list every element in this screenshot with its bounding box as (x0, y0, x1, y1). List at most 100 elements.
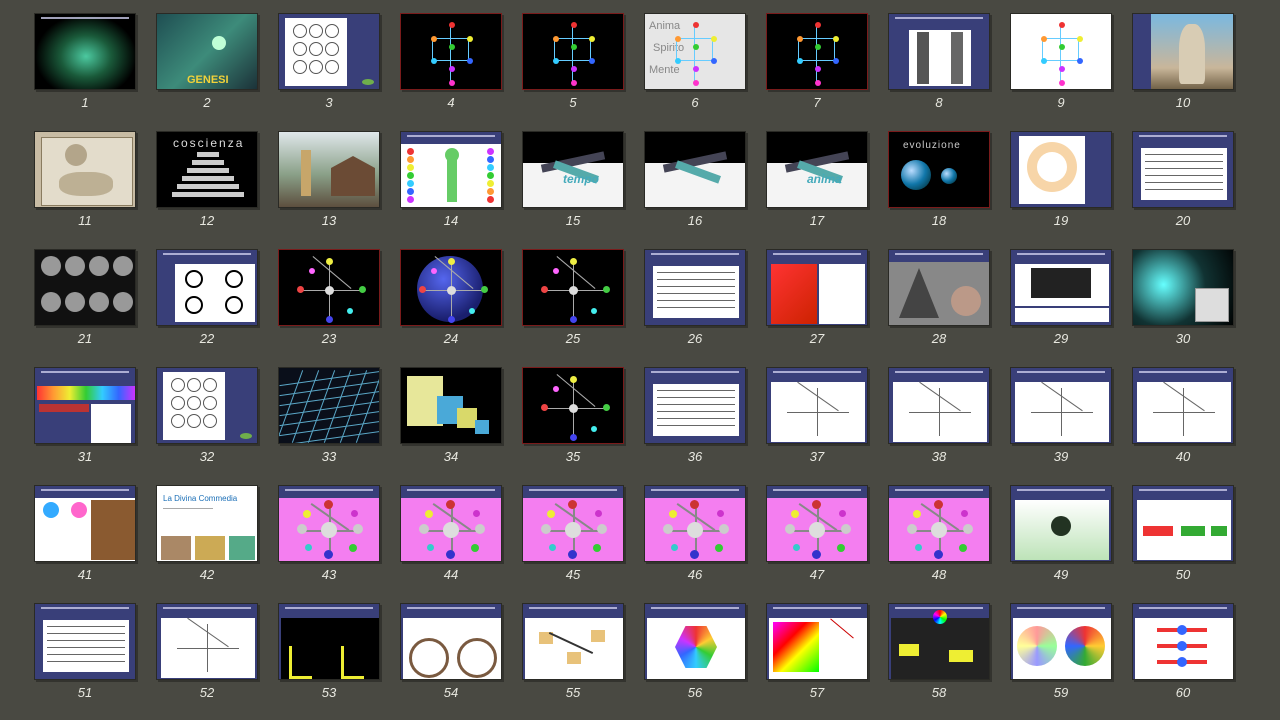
slide-thumbnail-43[interactable]: 43 (278, 485, 380, 582)
slide-preview[interactable]: La Divina Commedia (156, 485, 258, 562)
slide-preview[interactable] (644, 131, 746, 208)
slide-thumbnail-23[interactable]: 23 (278, 249, 380, 346)
slide-preview[interactable] (1132, 249, 1234, 326)
slide-thumbnail-5[interactable]: 5 (522, 13, 624, 110)
slide-preview[interactable] (1010, 13, 1112, 90)
slide-thumbnail-11[interactable]: 11 (34, 131, 136, 228)
slide-thumbnail-42[interactable]: La Divina Commedia 42 (156, 485, 258, 582)
slide-preview[interactable] (156, 603, 258, 680)
slide-preview[interactable]: GENESI (156, 13, 258, 90)
slide-preview[interactable] (1132, 485, 1234, 562)
slide-thumbnail-6[interactable]: Anima Spirito Mente 6 (644, 13, 746, 110)
slide-thumbnail-15[interactable]: tempo 15 (522, 131, 624, 228)
slide-thumbnail-32[interactable]: 32 (156, 367, 258, 464)
slide-thumbnail-54[interactable]: 54 (400, 603, 502, 700)
slide-preview[interactable] (278, 13, 380, 90)
slide-preview[interactable] (522, 249, 624, 326)
slide-preview[interactable] (888, 249, 990, 326)
slide-thumbnail-46[interactable]: 46 (644, 485, 746, 582)
slide-thumbnail-50[interactable]: 50 (1132, 485, 1234, 582)
slide-preview[interactable] (888, 13, 990, 90)
slide-thumbnail-35[interactable]: 35 (522, 367, 624, 464)
slide-thumbnail-16[interactable]: 16 (644, 131, 746, 228)
slide-thumbnail-8[interactable]: 8 (888, 13, 990, 110)
slide-thumbnail-14[interactable]: 14 (400, 131, 502, 228)
slide-thumbnail-22[interactable]: 22 (156, 249, 258, 346)
slide-thumbnail-24[interactable]: 24 (400, 249, 502, 346)
slide-thumbnail-1[interactable]: 1 (34, 13, 136, 110)
slide-thumbnail-44[interactable]: 44 (400, 485, 502, 582)
slide-preview[interactable] (34, 485, 136, 562)
slide-preview[interactable] (1010, 485, 1112, 562)
slide-thumbnail-59[interactable]: 59 (1010, 603, 1112, 700)
slide-preview[interactable] (1132, 131, 1234, 208)
slide-thumbnail-51[interactable]: 51 (34, 603, 136, 700)
slide-thumbnail-13[interactable]: 13 (278, 131, 380, 228)
slide-preview[interactable] (156, 367, 258, 444)
slide-preview[interactable] (278, 367, 380, 444)
slide-preview[interactable] (766, 367, 868, 444)
slide-preview[interactable] (400, 603, 502, 680)
slide-preview[interactable] (644, 603, 746, 680)
slide-preview[interactable] (34, 603, 136, 680)
slide-thumbnail-30[interactable]: 30 (1132, 249, 1234, 346)
slide-preview[interactable] (34, 13, 136, 90)
slide-preview[interactable] (522, 13, 624, 90)
slide-preview[interactable] (278, 603, 380, 680)
slide-thumbnail-3[interactable]: 3 (278, 13, 380, 110)
slide-thumbnail-17[interactable]: anima 17 (766, 131, 868, 228)
slide-thumbnail-7[interactable]: 7 (766, 13, 868, 110)
slide-preview[interactable] (400, 13, 502, 90)
slide-preview[interactable] (1010, 603, 1112, 680)
slide-preview[interactable] (522, 367, 624, 444)
slide-preview[interactable] (34, 367, 136, 444)
slide-thumbnail-12[interactable]: coscienza 12 (156, 131, 258, 228)
slide-preview[interactable]: tempo (522, 131, 624, 208)
slide-thumbnail-38[interactable]: 38 (888, 367, 990, 464)
slide-thumbnail-33[interactable]: 33 (278, 367, 380, 464)
slide-thumbnail-2[interactable]: GENESI 2 (156, 13, 258, 110)
slide-preview[interactable] (888, 603, 990, 680)
slide-preview[interactable] (400, 367, 502, 444)
slide-preview[interactable] (766, 249, 868, 326)
slide-thumbnail-18[interactable]: evoluzione 18 (888, 131, 990, 228)
slide-preview[interactable]: coscienza (156, 131, 258, 208)
slide-preview[interactable] (888, 367, 990, 444)
slide-thumbnail-39[interactable]: 39 (1010, 367, 1112, 464)
slide-preview[interactable] (766, 13, 868, 90)
slide-thumbnail-20[interactable]: 20 (1132, 131, 1234, 228)
slide-thumbnail-10[interactable]: 10 (1132, 13, 1234, 110)
slide-thumbnail-40[interactable]: 40 (1132, 367, 1234, 464)
slide-thumbnail-37[interactable]: 37 (766, 367, 868, 464)
slide-thumbnail-47[interactable]: 47 (766, 485, 868, 582)
slide-preview[interactable] (1132, 367, 1234, 444)
slide-thumbnail-41[interactable]: 41 (34, 485, 136, 582)
slide-thumbnail-49[interactable]: 49 (1010, 485, 1112, 582)
slide-preview[interactable] (400, 131, 502, 208)
slide-preview[interactable] (644, 367, 746, 444)
slide-thumbnail-34[interactable]: 34 (400, 367, 502, 464)
slide-preview[interactable] (1132, 13, 1234, 90)
slide-thumbnail-53[interactable]: 53 (278, 603, 380, 700)
slide-thumbnail-60[interactable]: 60 (1132, 603, 1234, 700)
slide-preview[interactable] (522, 485, 624, 562)
slide-preview[interactable] (1010, 367, 1112, 444)
slide-preview[interactable]: evoluzione (888, 131, 990, 208)
slide-thumbnail-56[interactable]: 56 (644, 603, 746, 700)
slide-thumbnail-58[interactable]: 58 (888, 603, 990, 700)
slide-thumbnail-21[interactable]: 21 (34, 249, 136, 346)
slide-preview[interactable] (644, 485, 746, 562)
slide-thumbnail-27[interactable]: 27 (766, 249, 868, 346)
slide-thumbnail-52[interactable]: 52 (156, 603, 258, 700)
slide-thumbnail-19[interactable]: 19 (1010, 131, 1112, 228)
slide-preview[interactable] (278, 485, 380, 562)
slide-preview[interactable] (766, 603, 868, 680)
slide-thumbnail-55[interactable]: 55 (522, 603, 624, 700)
slide-thumbnail-31[interactable]: 31 (34, 367, 136, 464)
slide-preview[interactable] (34, 131, 136, 208)
slide-preview[interactable] (644, 249, 746, 326)
slide-preview[interactable]: Anima Spirito Mente (644, 13, 746, 90)
slide-preview[interactable] (1010, 131, 1112, 208)
slide-thumbnail-4[interactable]: 4 (400, 13, 502, 110)
slide-preview[interactable] (766, 485, 868, 562)
